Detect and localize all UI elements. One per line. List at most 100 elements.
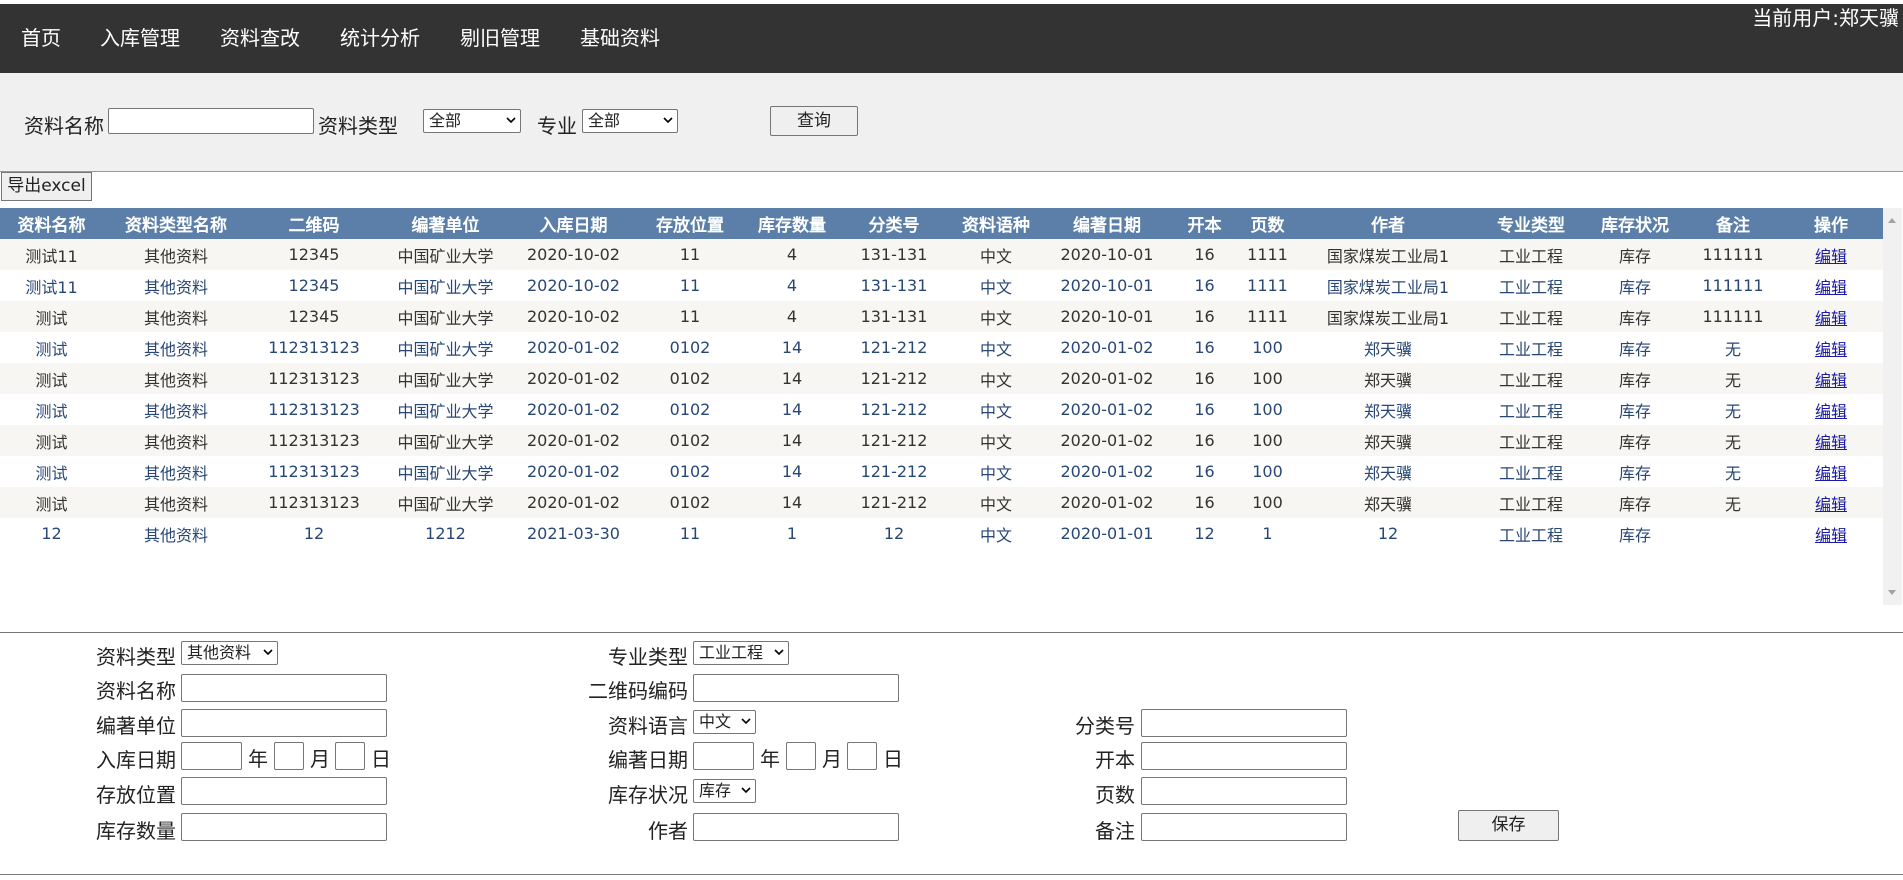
form-name-input[interactable] xyxy=(181,674,387,702)
edit-link[interactable]: 编辑 xyxy=(1815,247,1847,266)
table-cell: 12 xyxy=(839,518,949,549)
column-header: 资料类型名称 xyxy=(103,208,249,239)
edit-link[interactable]: 编辑 xyxy=(1815,278,1847,297)
table-cell: 2020-10-01 xyxy=(1043,239,1171,270)
table-row: 测试11 其他资料 12345 中国矿业大学 2020-10-02 11 4 131-131 中… xyxy=(0,239,1883,270)
table-cell: 测试 xyxy=(0,425,103,456)
form-major-select[interactable]: 工业工程 xyxy=(693,641,789,665)
table-cell: 测试11 xyxy=(0,239,103,270)
table-cell: 111111 xyxy=(1687,270,1779,301)
form-indate-day-input[interactable] xyxy=(335,742,365,770)
nav-item-home[interactable]: 首页 xyxy=(21,4,61,73)
form-remark-input[interactable] xyxy=(1141,813,1347,841)
table-cell: 其他资料 xyxy=(103,332,249,363)
table-cell: 无 xyxy=(1687,456,1779,487)
table-cell: 100 xyxy=(1238,456,1297,487)
query-button[interactable]: 查询 xyxy=(770,106,858,136)
table-cell: 无 xyxy=(1687,394,1779,425)
table-cell: 郑天骥 xyxy=(1297,394,1479,425)
table-cell: 2020-01-02 xyxy=(512,363,635,394)
edit-link[interactable]: 编辑 xyxy=(1815,309,1847,328)
search-type-select[interactable]: 全部 xyxy=(423,109,521,133)
table-cell: 其他资料 xyxy=(103,363,249,394)
day-label: 日 xyxy=(883,747,903,771)
edit-link[interactable]: 编辑 xyxy=(1815,495,1847,514)
table-cell: 12345 xyxy=(249,301,379,332)
table-cell: 测试 xyxy=(0,394,103,425)
form-edate-month-input[interactable] xyxy=(786,742,816,770)
form-unit-input[interactable] xyxy=(181,709,387,737)
scroll-down-icon[interactable] xyxy=(1888,590,1896,595)
table-cell: 编辑 xyxy=(1779,332,1883,363)
edit-link[interactable]: 编辑 xyxy=(1815,433,1847,452)
save-button[interactable]: 保存 xyxy=(1458,810,1559,841)
table-cell: 0102 xyxy=(635,332,745,363)
table-cell: 1111 xyxy=(1238,301,1297,332)
table-row: 测试 其他资料 12345 中国矿业大学 2020-10-02 11 4 131-131 中文 2… xyxy=(0,301,1883,332)
nav-item-stats[interactable]: 统计分析 xyxy=(340,4,420,73)
form-edate-day-input[interactable] xyxy=(847,742,877,770)
table-cell: 编辑 xyxy=(1779,487,1883,518)
form-qty-input[interactable] xyxy=(181,813,387,841)
year-label: 年 xyxy=(760,747,780,771)
form-qrcode-input[interactable] xyxy=(693,674,899,702)
table-cell: 16 xyxy=(1171,425,1238,456)
table-cell: 郑天骥 xyxy=(1297,363,1479,394)
edit-link[interactable]: 编辑 xyxy=(1815,402,1847,421)
table-cell: 工业工程 xyxy=(1479,394,1583,425)
form-indate-month-input[interactable] xyxy=(274,742,304,770)
form-format-input[interactable] xyxy=(1141,742,1347,770)
form-pages-input[interactable] xyxy=(1141,777,1347,805)
nav-item-discard[interactable]: 剔旧管理 xyxy=(460,4,540,73)
search-major-label: 专业 xyxy=(537,114,577,138)
form-indate-year-input[interactable] xyxy=(181,742,242,770)
table-cell: 中文 xyxy=(949,518,1043,549)
edit-link[interactable]: 编辑 xyxy=(1815,464,1847,483)
form-unit-label: 编著单位 xyxy=(96,714,176,738)
form-type-select[interactable]: 其他资料 xyxy=(181,641,278,665)
search-major-select[interactable]: 全部 xyxy=(582,109,678,133)
table-cell: 其他资料 xyxy=(103,425,249,456)
table-cell: 工业工程 xyxy=(1479,456,1583,487)
table-cell: 中国矿业大学 xyxy=(379,363,512,394)
form-status-select[interactable]: 库存 xyxy=(693,779,756,803)
scroll-up-icon[interactable] xyxy=(1888,218,1896,223)
table-cell: 11 xyxy=(635,270,745,301)
form-class-input[interactable] xyxy=(1141,709,1347,737)
column-header: 分类号 xyxy=(839,208,949,239)
table-cell: 131-131 xyxy=(839,301,949,332)
form-lang-value: 中文 xyxy=(699,712,732,731)
table-cell: 14 xyxy=(745,425,839,456)
form-author-input[interactable] xyxy=(693,813,899,841)
table-cell: 国家煤炭工业局1 xyxy=(1297,301,1479,332)
column-header: 备注 xyxy=(1687,208,1779,239)
table-cell: 1111 xyxy=(1238,239,1297,270)
edit-link[interactable]: 编辑 xyxy=(1815,340,1847,359)
search-name-input[interactable] xyxy=(108,108,314,134)
table-cell: 库存 xyxy=(1583,332,1687,363)
form-location-input[interactable] xyxy=(181,777,387,805)
table-row: 12 其他资料 12 1212 2021-03-30 11 1 12 中文 2020-01-01 1… xyxy=(0,518,1883,549)
form-author-label: 作者 xyxy=(648,819,688,843)
export-excel-button[interactable]: 导出excel xyxy=(1,172,92,201)
table-cell: 2020-10-02 xyxy=(512,270,635,301)
form-edate-year-input[interactable] xyxy=(693,742,754,770)
table-cell: 2020-01-02 xyxy=(1043,456,1171,487)
edit-link[interactable]: 编辑 xyxy=(1815,371,1847,390)
nav-item-base-data[interactable]: 基础资料 xyxy=(580,4,660,73)
column-header: 二维码 xyxy=(249,208,379,239)
grid-scrollbar[interactable] xyxy=(1883,208,1902,605)
table-cell: 100 xyxy=(1238,332,1297,363)
table-cell: 2020-01-01 xyxy=(1043,518,1171,549)
form-lang-select[interactable]: 中文 xyxy=(693,710,756,734)
divider xyxy=(0,874,1903,875)
table-cell: 其他资料 xyxy=(103,301,249,332)
nav-item-stock-in[interactable]: 入库管理 xyxy=(100,4,180,73)
table-cell: 121-212 xyxy=(839,425,949,456)
search-panel: 资料名称 资料类型 全部 专业 全部 查询 xyxy=(0,73,1903,172)
nav-item-edit[interactable]: 资料查改 xyxy=(220,4,300,73)
edit-link[interactable]: 编辑 xyxy=(1815,526,1847,545)
table-cell: 121-212 xyxy=(839,456,949,487)
table-cell: 112313123 xyxy=(249,332,379,363)
table-cell: 无 xyxy=(1687,332,1779,363)
